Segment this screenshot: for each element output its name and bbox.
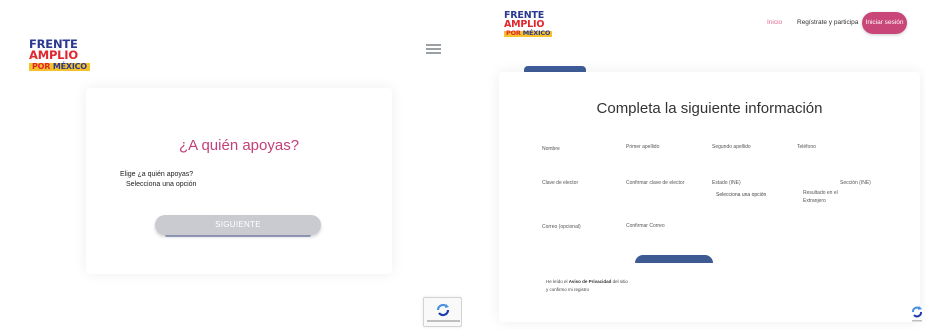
logo-line-2: AMPLIO — [29, 47, 78, 62]
state-select[interactable]: Selecciona una opción — [716, 192, 766, 198]
logo-line-3: POR MÉXICO — [504, 29, 553, 38]
support-card: ¿A quién apoyas? Elige ¿a quién apoyas? … — [86, 88, 392, 274]
recaptcha-badge[interactable] — [423, 297, 462, 327]
privacy-consent[interactable]: He leído el Aviso de Privacidad del siti… — [546, 278, 628, 294]
recaptcha-icon — [436, 303, 450, 317]
first-surname-field[interactable]: Primer apellido — [626, 144, 659, 150]
section-field[interactable]: Sección (INE) — [840, 180, 871, 186]
name-field[interactable]: Nombre — [542, 146, 560, 152]
next-button[interactable]: SIGUIENTE — [155, 215, 321, 237]
privacy-prefix: He leído el — [546, 279, 568, 284]
second-surname-field[interactable]: Segundo apellido — [712, 144, 751, 150]
email-field[interactable]: Correo (opcional) — [542, 224, 581, 230]
right-panel: FRENTE AMPLIO POR MÉXICO Inicio Regístra… — [464, 0, 925, 330]
confirm-voter-key-field[interactable]: Confirmar clave de elector — [626, 180, 684, 186]
nav-register[interactable]: Regístrate y participa — [797, 19, 858, 26]
municipality-label-line2: Extranjero — [803, 198, 826, 204]
privacy-line2: y confirmo mi registro — [546, 287, 590, 292]
logo-line-3: POR MÉXICO — [29, 63, 90, 71]
municipality-label-line1: Resultado en el — [803, 190, 838, 196]
form-title: Completa la siguiente información — [596, 100, 823, 117]
support-title: ¿A quién apoyas? — [178, 137, 300, 154]
registration-form-card: Completa la siguiente información Nombre… — [499, 72, 920, 322]
nav-home[interactable]: Inicio — [767, 19, 782, 26]
recaptcha-icon[interactable] — [910, 303, 924, 325]
frente-amplio-logo[interactable]: FRENTE AMPLIO POR MÉXICO — [29, 38, 90, 71]
submit-button[interactable] — [635, 255, 713, 263]
split-screenshot: FRENTE AMPLIO POR MÉXICO ¿A quién apoyas… — [0, 0, 925, 330]
frente-amplio-logo-header[interactable]: FRENTE AMPLIO POR MÉXICO — [504, 11, 553, 38]
phone-field[interactable]: Teléfono — [797, 144, 816, 150]
confirm-email-field[interactable]: Confirmar Correo — [626, 223, 665, 229]
voter-key-field[interactable]: Clave de elector — [542, 180, 578, 186]
privacy-link[interactable]: Aviso de Privacidad — [569, 279, 612, 284]
left-panel: FRENTE AMPLIO POR MÉXICO ¿A quién apoyas… — [0, 0, 462, 330]
hamburger-icon[interactable] — [426, 44, 441, 54]
state-label: Estado (INE) — [712, 180, 741, 186]
privacy-suffix: del sitio — [612, 279, 628, 284]
login-button[interactable]: Iniciar sesión — [862, 12, 907, 34]
support-select[interactable]: Selecciona una opción — [126, 181, 196, 188]
support-prompt-label: Elige ¿a quién apoyas? — [120, 171, 194, 178]
